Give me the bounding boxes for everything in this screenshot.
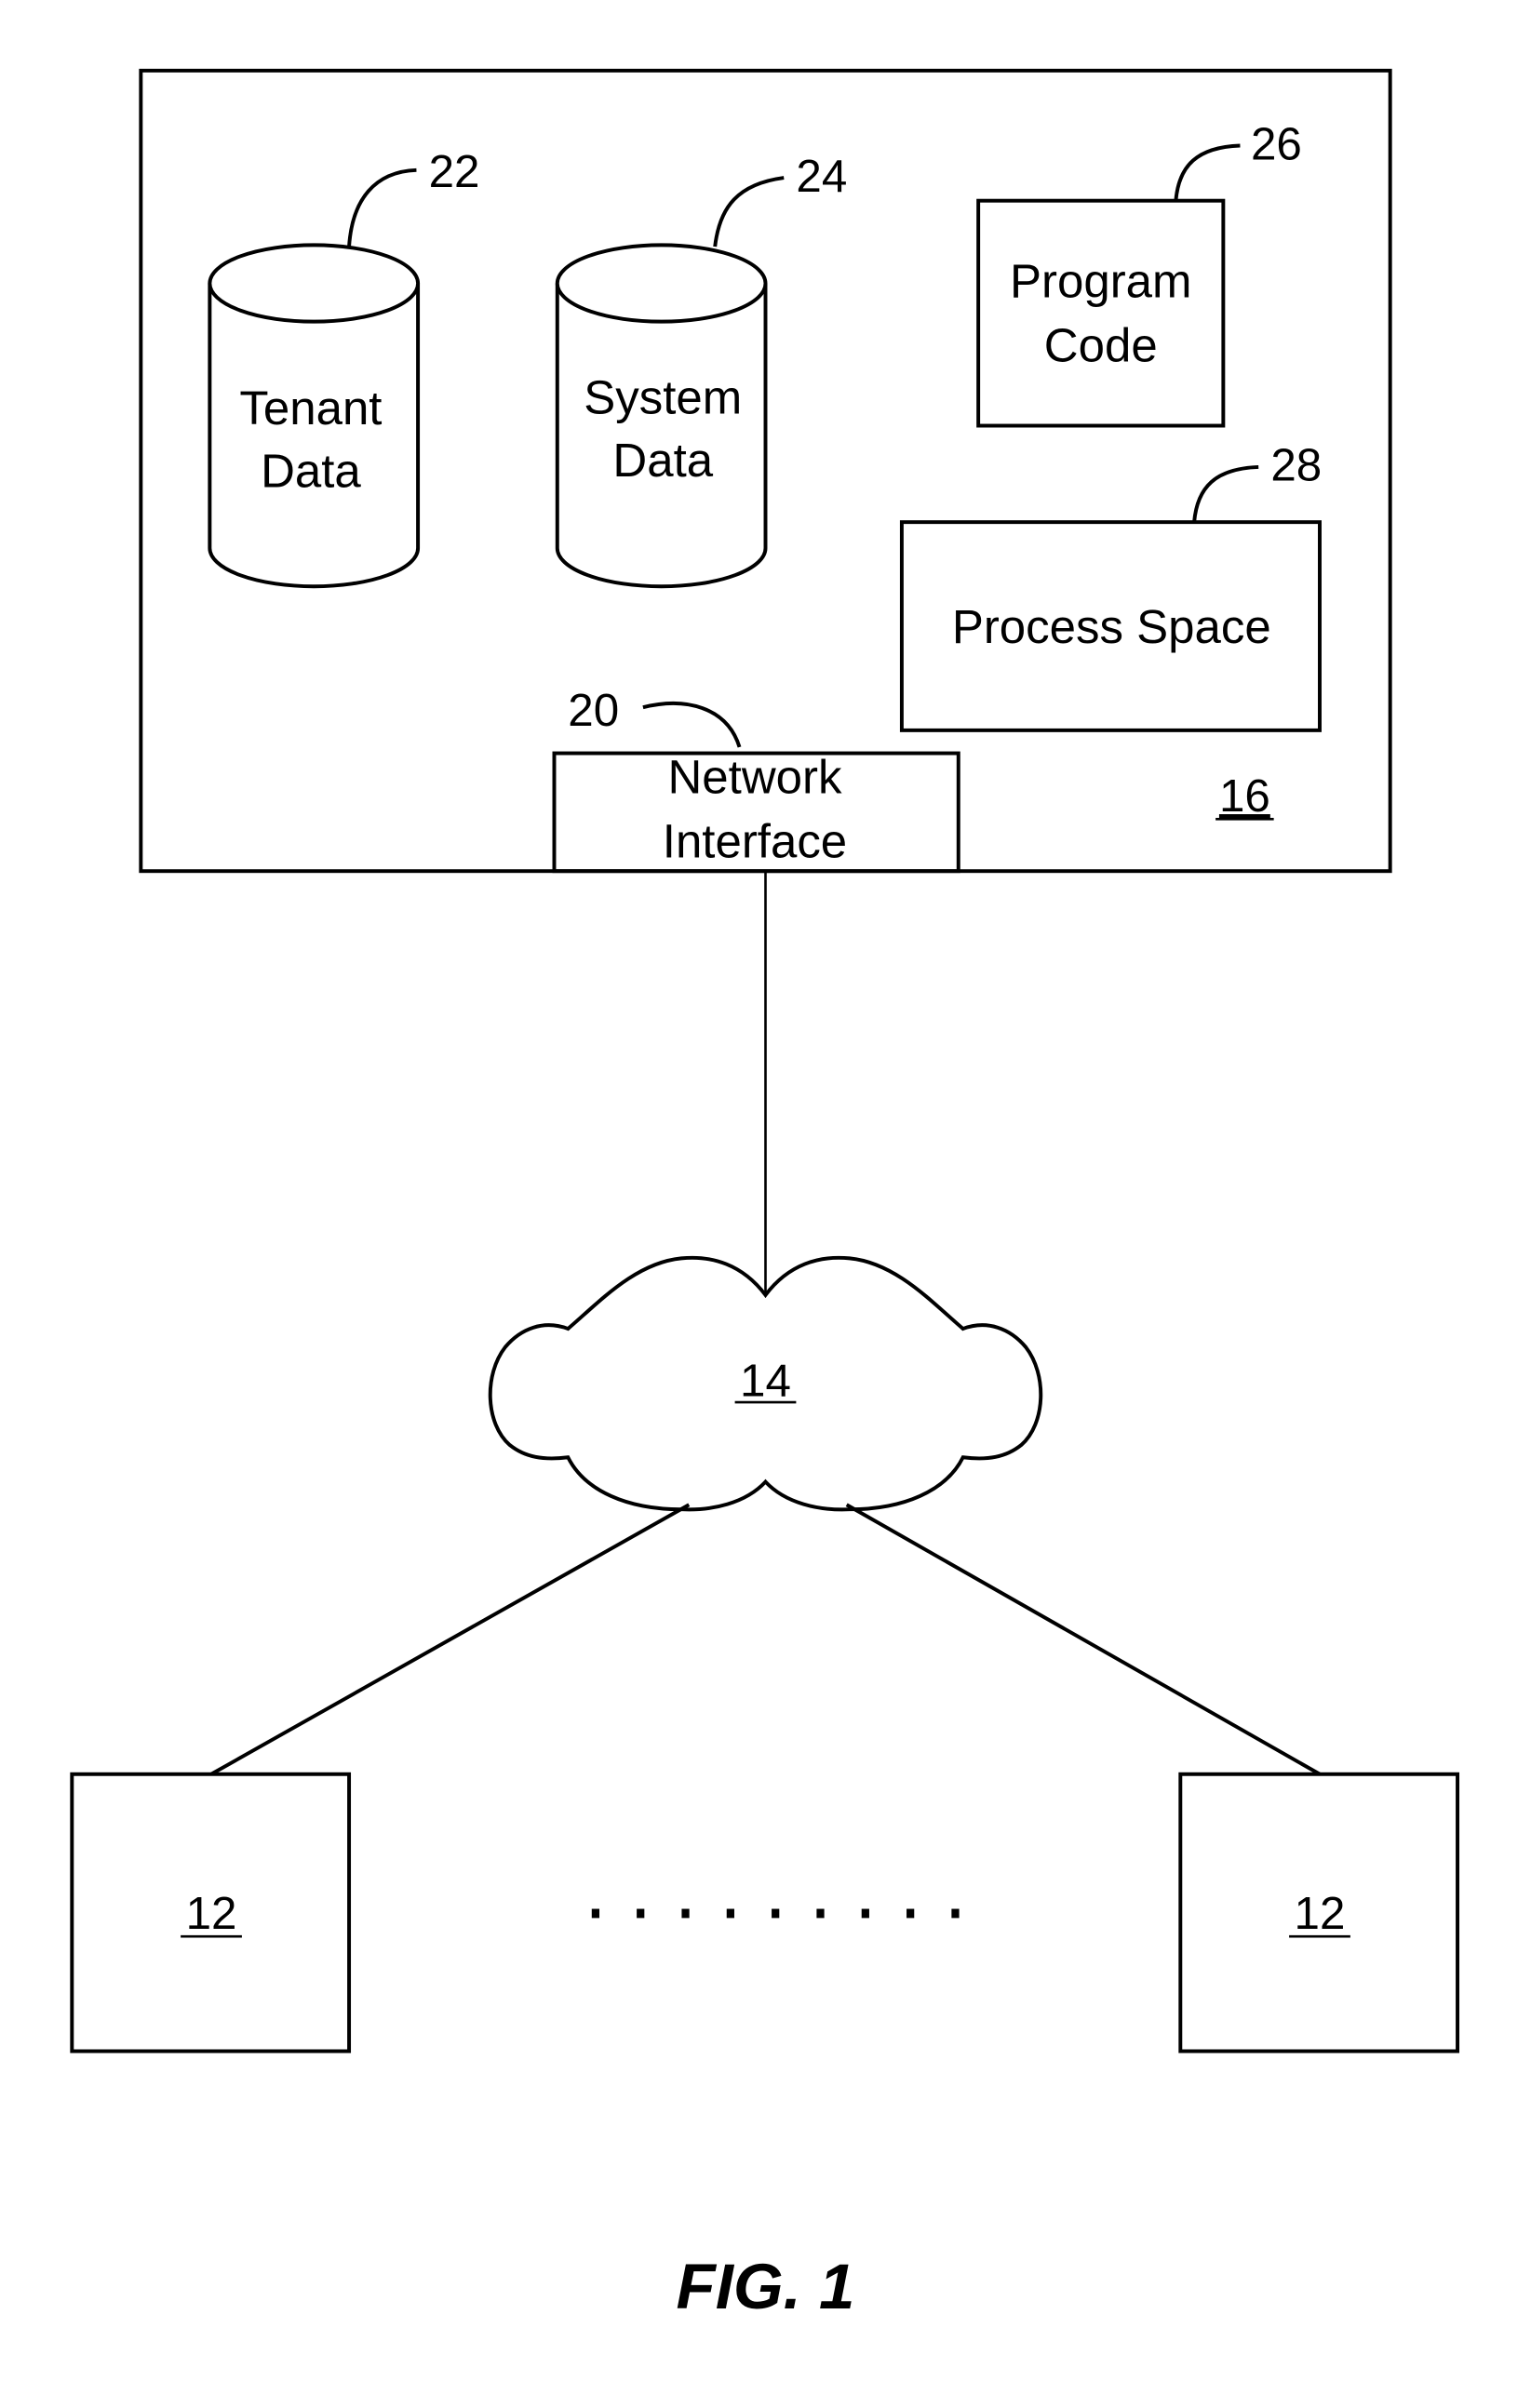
client-left-ref: 12: [186, 1888, 237, 1939]
patent-figure: 16 Tenant Data 22 System Data 24 Program…: [70, 68, 1460, 2322]
process-space-leader: [1192, 464, 1259, 523]
ellipsis-dot: [726, 1908, 734, 1919]
ellipsis-dot: [951, 1908, 960, 1919]
tenant-data-label-2: Data: [261, 444, 361, 497]
network-interface-label-2: Interface: [663, 814, 847, 867]
process-space-ref: 28: [1270, 440, 1322, 491]
ellipsis-dot: [907, 1908, 915, 1919]
ellipsis-dot: [591, 1908, 600, 1919]
network-interface-leader: [642, 702, 742, 748]
system-ref: 16: [1219, 770, 1270, 822]
program-code-label-1: Program: [1010, 254, 1192, 307]
tenant-data-label-1: Tenant: [239, 381, 382, 435]
link-network-client-left: [210, 1503, 691, 1776]
network-interface-label-1: Network: [667, 750, 841, 803]
system-data-label-2: Data: [612, 434, 713, 487]
program-code-label-2: Code: [1044, 318, 1158, 371]
ellipsis-dot: [816, 1908, 825, 1919]
system-data-ref: 24: [796, 151, 847, 202]
figure-caption: FIG. 1: [677, 2250, 855, 2322]
ellipsis-dot: [681, 1908, 690, 1919]
program-code-leader: [1174, 143, 1241, 201]
process-space-label: Process Space: [952, 600, 1271, 653]
tenant-data-cylinder: Tenant Data: [208, 243, 421, 589]
system-data-leader: [713, 176, 785, 247]
ellipsis-dot: [772, 1908, 780, 1919]
program-code-box: [976, 198, 1226, 428]
tenant-data-leader: [347, 167, 417, 247]
client-right-ref: 12: [1295, 1888, 1346, 1939]
system-data-label-1: System: [584, 370, 742, 423]
network-ref: 14: [740, 1355, 791, 1406]
tenant-data-ref: 22: [429, 146, 480, 197]
system-data-cylinder: System Data: [555, 243, 768, 589]
network-interface-ref: 20: [568, 685, 619, 736]
program-code-ref: 26: [1251, 118, 1302, 169]
link-network-client-right: [845, 1503, 1321, 1776]
ellipsis-dot: [637, 1908, 645, 1919]
ellipsis-dot: [861, 1908, 869, 1919]
ellipsis-dots: [591, 1908, 960, 1919]
